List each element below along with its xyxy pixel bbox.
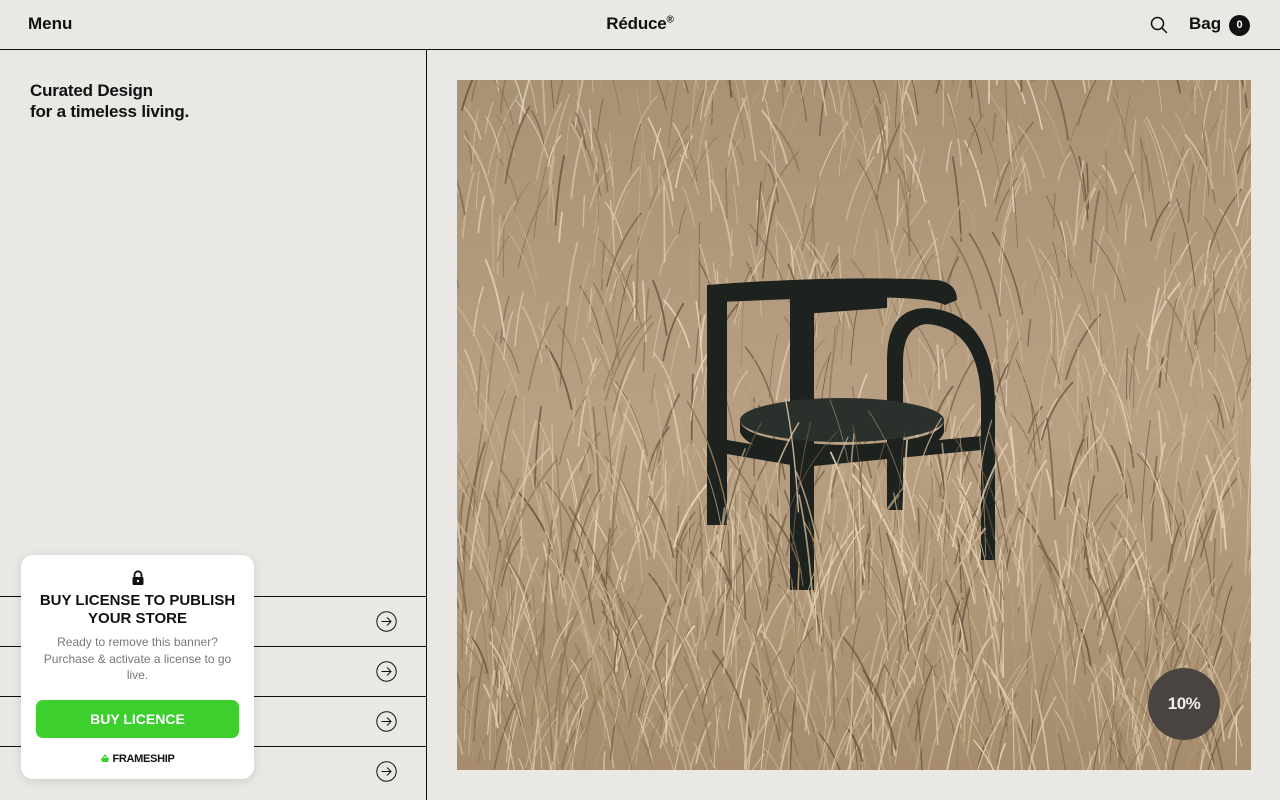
grass-blade <box>988 80 990 105</box>
license-title: BUY LICENSE TO PUBLISH YOUR STORE <box>39 592 236 627</box>
arrow-right-circle-icon <box>376 761 397 782</box>
frameship-brand: FRAMESHIP <box>112 753 175 765</box>
grass-blade <box>663 184 666 263</box>
license-banner: BUY LICENSE TO PUBLISH YOUR STORE Ready … <box>21 555 254 779</box>
license-description: Ready to remove this banner? Purchase & … <box>43 635 232 682</box>
bag-button[interactable]: Bag <box>1189 14 1221 34</box>
brand-mark: ® <box>666 14 674 26</box>
hero-image[interactable] <box>457 80 1251 770</box>
grass-blade <box>1077 347 1079 416</box>
arrow-right-circle-icon <box>376 611 397 632</box>
brand-name: Réduce <box>606 14 667 33</box>
tagline-line-1: Curated Design <box>30 81 153 100</box>
discount-badge[interactable]: 10% <box>1148 668 1220 740</box>
grass-blade <box>724 166 728 219</box>
grass-blade <box>1104 390 1107 423</box>
frameship-icon <box>101 754 110 762</box>
lock-icon <box>132 570 144 585</box>
grass-blade <box>522 394 525 483</box>
arrow-right-circle-icon <box>376 661 397 682</box>
arrow-right-circle-icon <box>376 711 397 732</box>
frameship-logo[interactable]: FRAMESHIP <box>21 753 254 765</box>
grass-blade <box>1125 347 1128 400</box>
tagline-line-2: for a timeless living. <box>30 102 190 121</box>
buy-licence-button[interactable]: BUY LICENCE <box>36 700 239 738</box>
grass-blade <box>871 693 875 740</box>
grass-blade <box>942 80 945 128</box>
grass-blade <box>1133 344 1135 409</box>
search-icon[interactable] <box>1150 16 1168 34</box>
bag-count-badge: 0 <box>1229 15 1250 36</box>
chair-in-grass-illustration <box>457 80 1251 770</box>
site-header: Menu Réduce® Bag 0 <box>0 0 1280 50</box>
brand-logo[interactable]: Réduce® <box>0 14 1280 34</box>
tagline: Curated Design for a timeless living. <box>30 80 189 122</box>
grass-blade <box>1162 579 1165 607</box>
